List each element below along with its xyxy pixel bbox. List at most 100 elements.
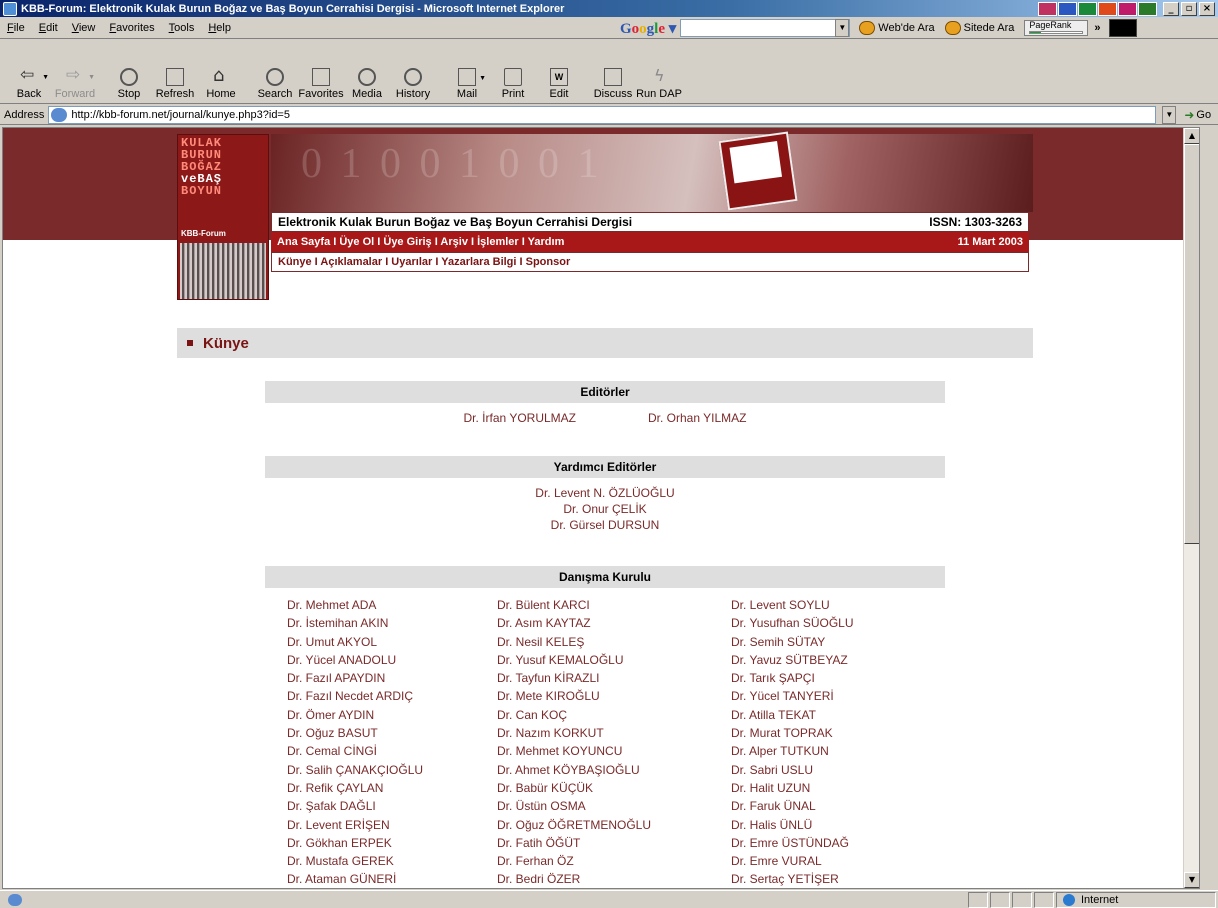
board-member-name: Dr. Fazıl APAYDIN xyxy=(287,671,386,686)
assistant-editor-name: Dr. Gürsel DURSUN xyxy=(550,518,660,532)
close-button[interactable]: × xyxy=(1199,1,1215,16)
edit-label: Edit xyxy=(549,88,569,100)
menu-edit[interactable]: Edit xyxy=(32,22,65,34)
kbb-forum-logo[interactable]: KULAK BURUN BOĞAZ veBAŞ BOYUN KBB-Forum xyxy=(177,134,269,300)
menu-tools[interactable]: Tools xyxy=(162,22,202,34)
menu-help[interactable]: Help xyxy=(201,22,238,34)
status-pane xyxy=(968,891,988,908)
board-column-1: Dr. Mehmet ADA Dr. İstemihan AKIN Dr. Umut… xyxy=(287,596,507,888)
refresh-label: Refresh xyxy=(155,88,195,100)
home-button[interactable]: Home xyxy=(198,65,244,103)
board-member-name: Dr. İstemihan AKIN xyxy=(287,616,389,631)
scroll-down-arrow-icon[interactable]: ▼ xyxy=(1184,872,1199,888)
mail-icon: ▼ xyxy=(458,68,486,86)
board-member-name: Dr. Ferhan ÖZ xyxy=(497,854,574,869)
standard-toolbar: ▼Back ▼Forward Stop Refresh Home Search … xyxy=(0,40,1218,104)
address-input[interactable]: http://kbb-forum.net/journal/kunye.php3?… xyxy=(48,105,1157,124)
run-dap-button[interactable]: Run DAP xyxy=(636,66,682,103)
ie-app-icon[interactable] xyxy=(3,1,17,16)
maximize-button[interactable]: ▫ xyxy=(1181,1,1197,16)
board-column-3: Dr. Levent SOYLU Dr. Yusufhan SÜOĞLU Dr. S… xyxy=(731,596,951,888)
journal-title-bar: Elektronik Kulak Burun Boğaz ve Baş Boyu… xyxy=(271,212,1029,232)
address-bar: Address http://kbb-forum.net/journal/kun… xyxy=(0,105,1218,125)
window-title: KBB-Forum: Elektronik Kulak Burun Boğaz … xyxy=(21,2,565,15)
search-button[interactable]: Search xyxy=(252,68,298,103)
board-member-name: Dr. Bülent KARCI xyxy=(497,598,590,612)
board-member-name: Dr. Semih SÜTAY xyxy=(731,634,826,649)
scroll-up-arrow-icon[interactable]: ▲ xyxy=(1184,128,1199,144)
search-site-label: Sitede Ara xyxy=(963,22,1015,34)
assistant-editor-name: Dr. Levent N. ÖZLÜOĞLU xyxy=(535,486,675,500)
board-member-name: Dr. Babür KÜÇÜK xyxy=(497,780,594,795)
menu-favorites[interactable]: Favorites xyxy=(102,22,161,34)
logo-pattern xyxy=(180,243,266,299)
back-button[interactable]: ▼ Back xyxy=(6,65,52,103)
stop-label: Stop xyxy=(117,88,141,100)
scroll-thumb[interactable] xyxy=(1184,144,1199,544)
board-member-name: Dr. Yavuz SÜTBEYAZ xyxy=(731,652,848,667)
chevron-down-icon[interactable]: ▼ xyxy=(835,19,850,37)
board-member-name: Dr. Yücel TANYERİ xyxy=(731,689,834,704)
page-icon xyxy=(51,107,68,122)
board-member-name: Dr. Gökhan ERPEK xyxy=(287,835,392,850)
edit-button[interactable]: W Edit xyxy=(536,68,582,103)
sub-nav-links[interactable]: Künye I Açıklamalar I Uyarılar I Yazarla… xyxy=(278,256,570,268)
board-member-name: Dr. Emre VURAL xyxy=(731,854,822,869)
go-button[interactable]: ➜ Go xyxy=(1184,108,1211,122)
favorites-button[interactable]: Favorites xyxy=(298,68,344,103)
stop-button[interactable]: Stop xyxy=(106,68,152,103)
square-bullet-icon xyxy=(187,340,193,346)
app-icon[interactable] xyxy=(1118,1,1137,16)
chevron-down-icon[interactable]: ▼ xyxy=(1162,105,1177,124)
powerpoint-icon[interactable] xyxy=(1098,1,1117,16)
media-button[interactable]: Media xyxy=(344,68,390,103)
main-nav: Ana Sayfa I Üye Ol I Üye Giriş I Arşiv I… xyxy=(271,232,1029,252)
site-search-icon xyxy=(944,21,961,35)
forward-button[interactable]: ▼ Forward xyxy=(52,65,98,103)
discuss-label: Discuss xyxy=(593,88,633,100)
board-member-name: Dr. Refik ÇAYLAN xyxy=(287,780,384,795)
board-member-name: Dr. Mehmet KOYUNCU xyxy=(497,744,623,759)
mail-button[interactable]: ▼ Mail xyxy=(444,68,490,103)
address-url: http://kbb-forum.net/journal/kunye.php3?… xyxy=(71,108,290,121)
pagerank-fill xyxy=(1030,32,1041,33)
main-nav-links[interactable]: Ana Sayfa I Üye Ol I Üye Giriş I Arşiv I… xyxy=(277,236,564,248)
board-member-name: Dr. Halis ÜNLÜ xyxy=(731,817,813,832)
history-button[interactable]: History xyxy=(390,68,436,103)
history-label: History xyxy=(395,88,431,100)
forward-arrow-icon: ▼ xyxy=(66,65,95,86)
print-button[interactable]: Print xyxy=(490,68,536,103)
zone-label: Internet xyxy=(1081,893,1119,906)
board-member-name: Dr. Nesil KELEŞ xyxy=(497,634,585,649)
board-member-name: Dr. Üstün OSMA xyxy=(497,799,586,814)
pagerank-indicator[interactable]: PageRank xyxy=(1024,20,1089,36)
board-member-name: Dr. Halit UZUN xyxy=(731,780,811,795)
toolbar-more[interactable]: » xyxy=(1094,22,1100,34)
menu-file[interactable]: File xyxy=(0,22,32,34)
favorites-label: Favorites xyxy=(298,88,344,100)
excel-icon[interactable] xyxy=(1078,1,1097,16)
page-viewport[interactable]: KULAK BURUN BOĞAZ veBAŞ BOYUN KBB-Forum … xyxy=(2,127,1200,889)
menu-view[interactable]: View xyxy=(65,22,103,34)
google-search-input[interactable] xyxy=(680,19,851,37)
search-web-button[interactable]: Web'de Ara xyxy=(859,21,935,35)
board-member-name: Dr. Yusuf KEMALOĞLU xyxy=(497,652,624,667)
board-member-name: Dr. Cemal CİNGİ xyxy=(287,744,378,759)
tray-app-icon[interactable] xyxy=(1038,1,1057,16)
app-icon[interactable] xyxy=(1138,1,1157,16)
google-logo[interactable]: Google ▾ xyxy=(620,19,676,38)
word-icon[interactable] xyxy=(1058,1,1077,16)
minimize-button[interactable]: _ xyxy=(1163,1,1179,16)
vertical-scrollbar[interactable]: ▲ ▼ xyxy=(1183,128,1199,888)
journal-book-image xyxy=(718,131,798,211)
discuss-button[interactable]: Discuss xyxy=(590,68,636,103)
board-member-name: Dr. Levent ERİŞEN xyxy=(287,817,390,832)
board-member-name: Dr. Tarık ŞAPÇI xyxy=(731,671,815,686)
board-member-name: Dr. Yusufhan SÜOĞLU xyxy=(731,616,854,631)
banner-image: 0 1 0 0 1 0 0 1 xyxy=(271,131,1033,212)
refresh-button[interactable]: Refresh xyxy=(152,68,198,103)
search-site-button[interactable]: Sitede Ara xyxy=(944,21,1015,35)
back-arrow-icon: ▼ xyxy=(20,65,49,86)
page-status-icon xyxy=(8,893,22,906)
status-pane xyxy=(1034,891,1054,908)
